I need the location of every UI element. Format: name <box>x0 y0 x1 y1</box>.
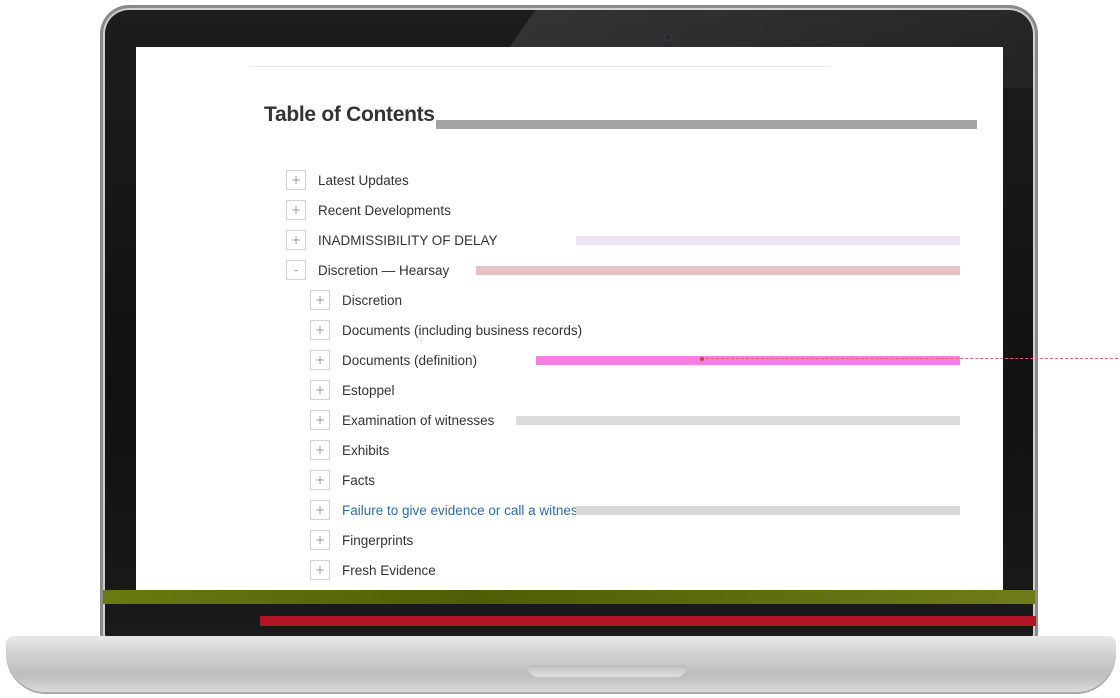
toc-subitem-discretion[interactable]: + Discretion <box>286 285 986 315</box>
toc-item-label[interactable]: Estoppel <box>342 383 395 398</box>
toc-subitem-fingerprints[interactable]: + Fingerprints <box>286 525 986 555</box>
expand-toggle-icon[interactable]: + <box>310 290 330 310</box>
toc-item-link[interactable]: Failure to give evidence or call a witne… <box>342 503 584 518</box>
row-highlight <box>476 266 960 275</box>
toc-item-label[interactable]: Examination of witnesses <box>342 413 494 428</box>
expand-toggle-icon[interactable]: + <box>310 410 330 430</box>
laptop-base <box>6 636 1116 692</box>
toc-item-label[interactable]: Documents (including business records) <box>342 323 582 338</box>
toc-subitem-fresh-evidence[interactable]: + Fresh Evidence <box>286 555 986 585</box>
toc-subitem-examination[interactable]: + Examination of witnesses <box>286 405 986 435</box>
toc-list: + Latest Updates + Recent Developments +… <box>286 165 986 585</box>
expand-toggle-icon[interactable]: + <box>310 530 330 550</box>
expand-toggle-icon[interactable]: + <box>310 350 330 370</box>
expand-toggle-icon[interactable]: + <box>286 170 306 190</box>
toc-item-label[interactable]: Discretion <box>342 293 402 308</box>
webcam-icon <box>665 34 671 40</box>
expand-toggle-icon[interactable]: + <box>310 560 330 580</box>
toc-item-label[interactable]: Exhibits <box>342 443 389 458</box>
toc-item-inadmissibility[interactable]: + INADMISSIBILITY OF DELAY <box>286 225 986 255</box>
toc-subitem-documents-definition[interactable]: + Documents (definition) <box>286 345 986 375</box>
toc-item-label[interactable]: Fingerprints <box>342 533 413 548</box>
trackpad-notch <box>528 665 686 677</box>
title-rule <box>436 120 977 129</box>
callout-line <box>706 358 1118 359</box>
laptop-mockup: Table of Contents + Latest Updates + Rec… <box>0 0 1120 698</box>
expand-toggle-icon[interactable]: + <box>310 440 330 460</box>
toc-item-recent-developments[interactable]: + Recent Developments <box>286 195 986 225</box>
expand-toggle-icon[interactable]: + <box>286 200 306 220</box>
expand-toggle-icon[interactable]: + <box>310 470 330 490</box>
row-highlight <box>576 506 960 515</box>
expand-toggle-icon[interactable]: + <box>310 320 330 340</box>
toc-subitem-estoppel[interactable]: + Estoppel <box>286 375 986 405</box>
toc-subitem-exhibits[interactable]: + Exhibits <box>286 435 986 465</box>
row-highlight <box>576 236 960 245</box>
callout-dot <box>700 357 704 361</box>
toc-item-label[interactable]: INADMISSIBILITY OF DELAY <box>318 233 498 248</box>
toc-item-label[interactable]: Fresh Evidence <box>342 563 436 578</box>
toc-subitem-facts[interactable]: + Facts <box>286 465 986 495</box>
toc-item-label[interactable]: Latest Updates <box>318 173 409 188</box>
laptop-hinge <box>103 590 1035 604</box>
toc-subitem-failure-to-give-evidence[interactable]: + Failure to give evidence or call a wit… <box>286 495 986 525</box>
toc-item-label[interactable]: Facts <box>342 473 375 488</box>
toc-subitem-documents-business-records[interactable]: + Documents (including business records) <box>286 315 986 345</box>
expand-toggle-icon[interactable]: + <box>286 230 306 250</box>
laptop-base-strip <box>260 616 1036 626</box>
toc-item-label[interactable]: Recent Developments <box>318 203 451 218</box>
toc-item-discretion-hearsay[interactable]: - Discretion — Hearsay <box>286 255 986 285</box>
toc-item-label[interactable]: Documents (definition) <box>342 353 477 368</box>
page-title: Table of Contents <box>264 103 435 126</box>
header-divider <box>250 66 830 67</box>
toc-item-latest-updates[interactable]: + Latest Updates <box>286 165 986 195</box>
collapse-toggle-icon[interactable]: - <box>286 260 306 280</box>
row-highlight <box>516 416 960 425</box>
expand-toggle-icon[interactable]: + <box>310 500 330 520</box>
toc-item-label[interactable]: Discretion — Hearsay <box>318 263 449 278</box>
expand-toggle-icon[interactable]: + <box>310 380 330 400</box>
laptop-screen: Table of Contents + Latest Updates + Rec… <box>136 47 1003 590</box>
